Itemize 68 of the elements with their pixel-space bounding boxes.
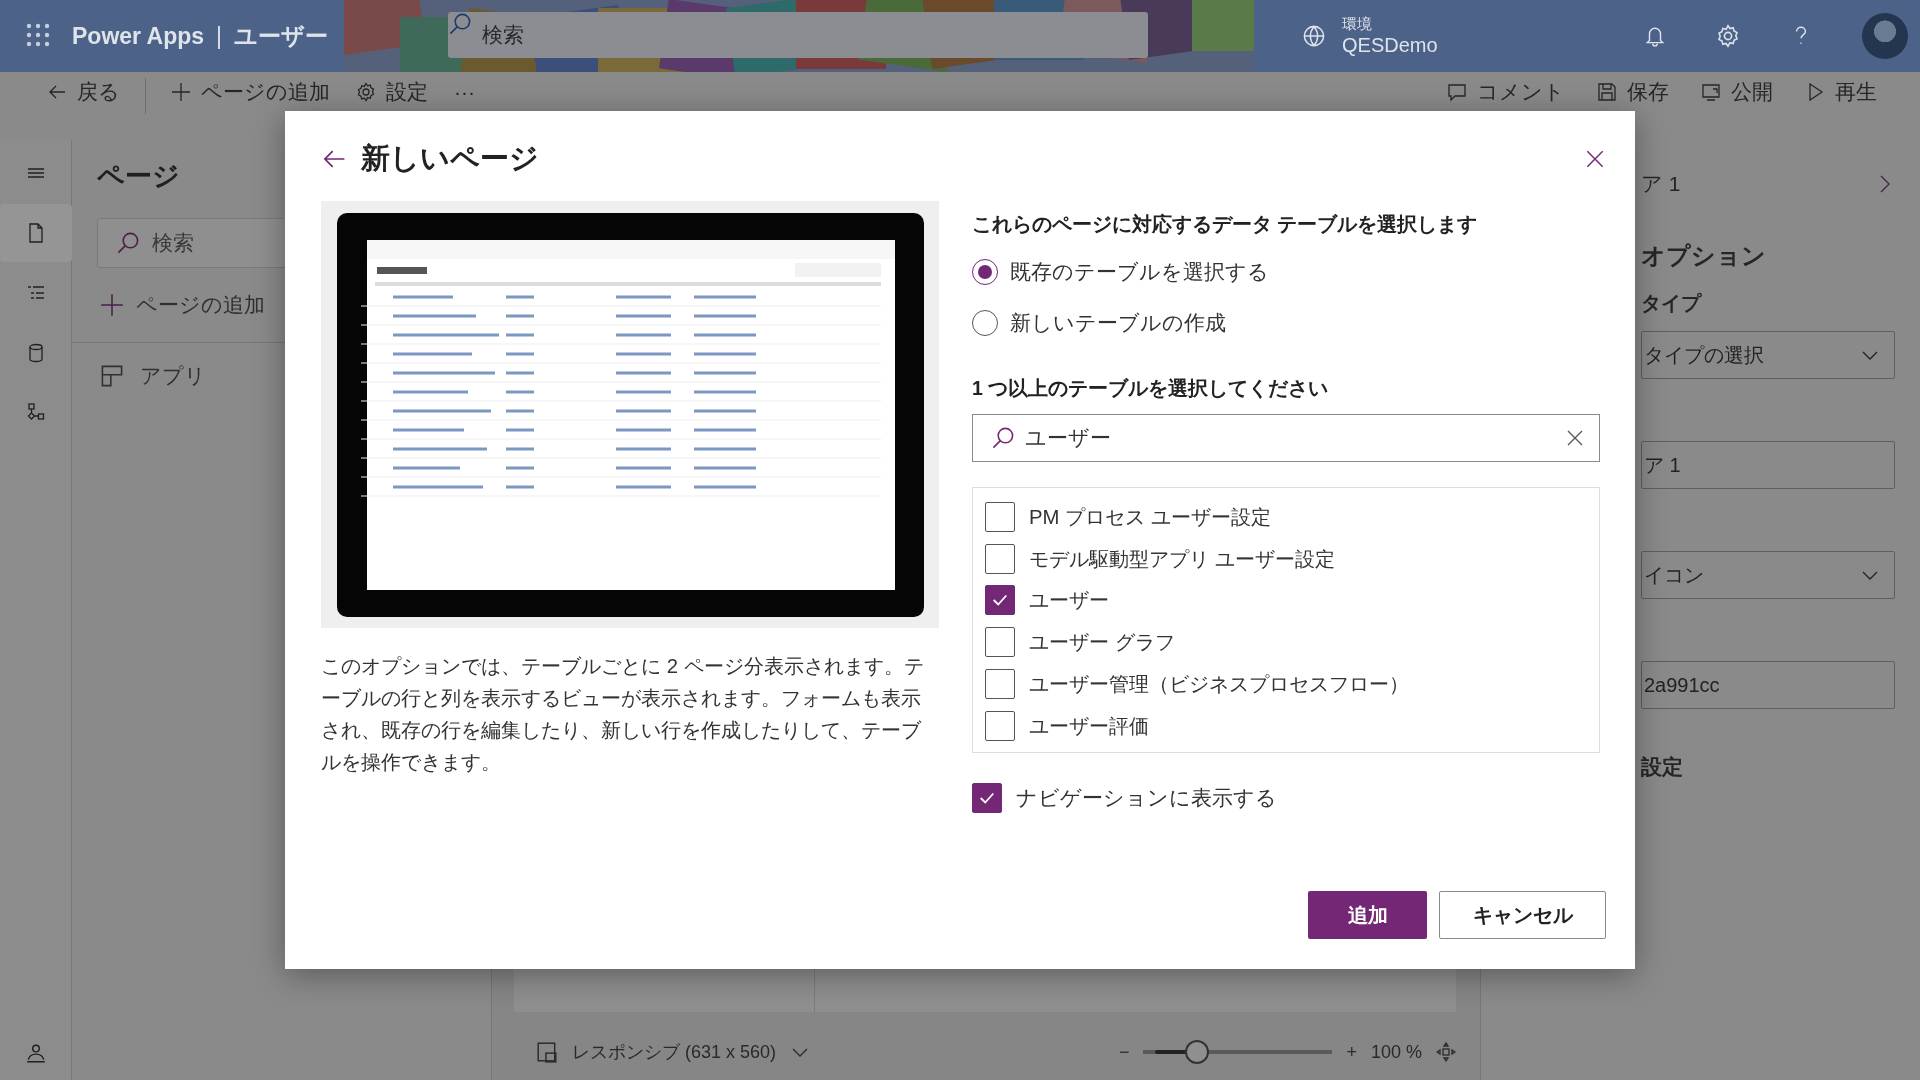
settings-button[interactable]: 設定 [343, 78, 441, 106]
checkbox-item[interactable]: モデル駆動型アプリ ユーザー設定 [985, 537, 1587, 580]
dropdown[interactable]: イコン [1641, 551, 1895, 599]
radio-option[interactable]: 既存のテーブルを選択する [972, 256, 1600, 288]
description: このオプションでは、テーブルごとに 2 ページ分表示されます。テーブルの行と列を表示するビューが表示されます。フォームも表示され、既存の行を編集したり、新しい行を作成したりして、テーブルを操作できます。 [321, 654, 925, 775]
checkbox-item[interactable]: ユーザー [985, 579, 1587, 622]
more-button[interactable]: ··· [441, 78, 488, 106]
panel-title: ア 1 [1641, 171, 1681, 197]
flow-icon [25, 403, 46, 423]
search-icon [448, 12, 473, 36]
search-field[interactable]: 検索 [448, 12, 1149, 58]
settings-icon [1716, 24, 1740, 48]
field-label: タイプ [1641, 291, 1703, 316]
radio-option[interactable]: 新しいテーブルの作成 [972, 307, 1600, 339]
zoom-in-button[interactable]: + [1346, 1041, 1357, 1063]
checkbox-item[interactable]: ユーザー評価 [985, 705, 1587, 747]
section-heading: これらのページに対応するデータ テーブルを選択します [972, 212, 1479, 237]
user-avatar[interactable] [1862, 13, 1908, 59]
comment-icon [1447, 82, 1467, 102]
input-field[interactable]: 2a991cc [1641, 661, 1895, 709]
add-page-button[interactable]: ページの追加 [100, 282, 265, 328]
checkbox-item[interactable]: PM プロセス ユーザー設定 [985, 496, 1587, 538]
rail-button[interactable] [0, 204, 72, 262]
add-button[interactable]: 追加 [1308, 891, 1427, 939]
search-icon [116, 231, 140, 255]
slider-thumb[interactable] [1185, 1040, 1209, 1064]
layout-selector[interactable]: レスポンシブ (631 x 560) [572, 1040, 777, 1064]
plus-icon [100, 293, 124, 317]
close-icon [1584, 148, 1606, 170]
save-button[interactable]: 保存 [1584, 78, 1682, 106]
back-button[interactable]: 戻る [34, 78, 133, 106]
app-grid-icon [100, 364, 124, 388]
zoom-out-button[interactable]: − [1118, 1041, 1130, 1063]
app-name: Power Apps [72, 22, 205, 50]
plus-icon [171, 82, 191, 102]
zoom-value: 100 % [1370, 1041, 1422, 1063]
environment-name[interactable]: QESDemo [1342, 34, 1438, 57]
publish-icon [1701, 82, 1721, 102]
dialog-title: 新しいページ [361, 141, 539, 176]
cancel-button[interactable]: キャンセル [1439, 891, 1606, 939]
add-button[interactable]: ページの追加 [158, 78, 343, 106]
bell-icon [1644, 25, 1666, 47]
field-label: 1 つ以上のテーブルを選択してください [972, 376, 1330, 401]
checkbox-item[interactable]: ユーザー グラフ [985, 621, 1587, 664]
section-heading: 設定 [1641, 754, 1684, 780]
settings-icon [356, 82, 376, 102]
search-icon [991, 426, 1015, 450]
publish-button[interactable]: 公開 [1688, 78, 1786, 106]
input-field[interactable]: ア 1 [1641, 441, 1895, 489]
search-field[interactable]: ユーザー [972, 414, 1600, 462]
play-button[interactable]: 再生 [1792, 78, 1890, 106]
title-separator: | [216, 22, 223, 50]
fit-to-screen-icon [1436, 1042, 1456, 1062]
environment-icon [1302, 24, 1327, 48]
person-icon [24, 1042, 47, 1064]
environment-label: 環境 [1342, 15, 1374, 34]
checkbox-item[interactable]: ナビゲーションに表示する [972, 777, 1600, 819]
save-icon [1597, 82, 1617, 102]
panel-title: ページ [97, 160, 180, 193]
clear-icon[interactable] [1565, 428, 1585, 448]
section-heading: オプション [1641, 241, 1767, 271]
app-title: ユーザー [234, 21, 330, 51]
dropdown[interactable]: タイプの選択 [1641, 331, 1895, 379]
tree-item[interactable]: アプリ [140, 362, 206, 390]
responsive-layout-icon [536, 1041, 558, 1063]
comment-button[interactable]: コメント [1434, 78, 1578, 106]
checkbox-item[interactable]: ユーザー管理（ビジネスプロセスフロー） [985, 663, 1587, 705]
close-icon [1565, 428, 1585, 448]
